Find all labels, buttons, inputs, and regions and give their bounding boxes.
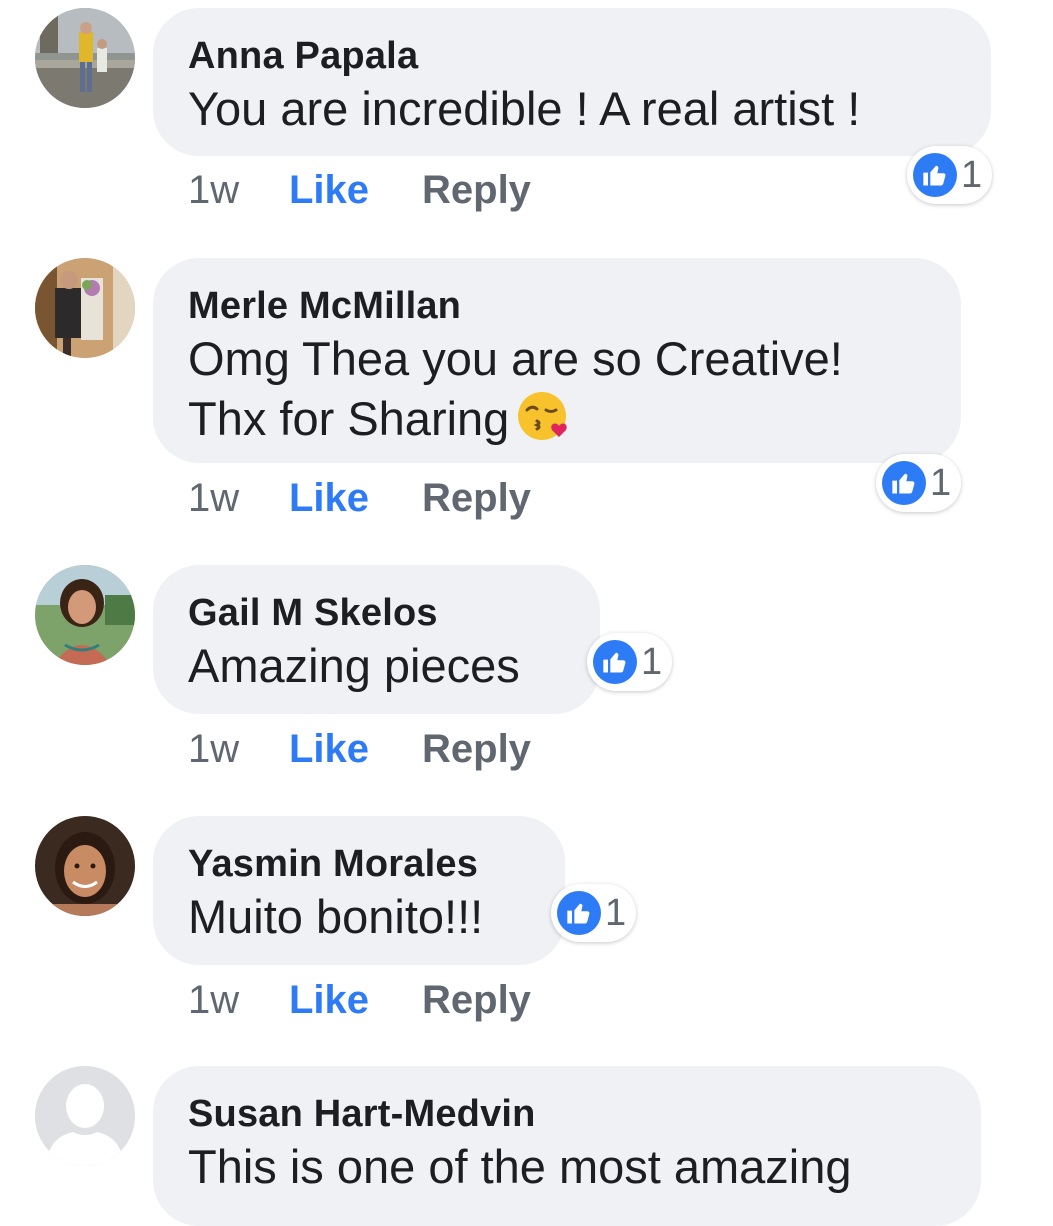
- reaction-count: 1: [641, 641, 663, 683]
- avatar-photo: [35, 816, 135, 916]
- comment-text: Amazing pieces: [188, 639, 520, 692]
- thumbs-up-icon: [557, 891, 601, 935]
- comment-author[interactable]: Susan Hart-Medvin: [188, 1092, 945, 1136]
- reaction-summary[interactable]: 1: [587, 633, 673, 691]
- like-button[interactable]: Like: [289, 475, 422, 521]
- comment-author[interactable]: Yasmin Morales: [188, 842, 529, 886]
- comment-text: Omg Thea you are so Creative! Thx for Sh…: [188, 330, 925, 448]
- comment-actions: 1w Like Reply: [188, 167, 531, 213]
- comment-text: This is one of the most amazing: [188, 1140, 852, 1193]
- comment-actions: 1w Like Reply: [188, 977, 531, 1023]
- comment-actions: 1w Like Reply: [188, 726, 531, 772]
- comment-bubble: Merle McMillan Omg Thea you are so Creat…: [153, 258, 961, 463]
- comment-timestamp[interactable]: 1w: [188, 167, 289, 213]
- comment-timestamp[interactable]: 1w: [188, 726, 289, 772]
- thumbs-up-icon: [593, 640, 637, 684]
- like-button[interactable]: Like: [289, 726, 422, 772]
- reaction-summary[interactable]: 1: [876, 454, 962, 512]
- comment-text: You are incredible ! A real artist !: [188, 82, 861, 135]
- avatar-photo: [35, 258, 135, 358]
- comment-text-line: Omg Thea you are so Creative!: [188, 332, 843, 385]
- comment-timestamp[interactable]: 1w: [188, 977, 289, 1023]
- reaction-summary[interactable]: 1: [551, 884, 637, 942]
- like-button[interactable]: Like: [289, 167, 422, 213]
- comment-author[interactable]: Merle McMillan: [188, 284, 925, 328]
- comment-actions: 1w Like Reply: [188, 475, 531, 521]
- avatar[interactable]: [35, 258, 135, 358]
- thumbs-up-icon: [882, 461, 926, 505]
- comment-bubble: Gail M Skelos Amazing pieces: [153, 565, 600, 714]
- reaction-count: 1: [605, 892, 627, 934]
- comment-bubble: Susan Hart-Medvin This is one of the mos…: [153, 1066, 981, 1226]
- reply-button[interactable]: Reply: [422, 977, 531, 1023]
- reaction-count: 1: [961, 154, 983, 196]
- comment-author[interactable]: Gail M Skelos: [188, 591, 564, 635]
- reply-button[interactable]: Reply: [422, 726, 531, 772]
- comment-text-line: Thx for Sharing: [188, 392, 510, 445]
- reaction-summary[interactable]: 1: [907, 146, 993, 204]
- default-user-silhouette-icon: [35, 1066, 135, 1166]
- reply-button[interactable]: Reply: [422, 167, 531, 213]
- avatar[interactable]: [35, 565, 135, 665]
- like-button[interactable]: Like: [289, 977, 422, 1023]
- avatar-photo: [35, 565, 135, 665]
- comment-author[interactable]: Anna Papala: [188, 34, 955, 78]
- comment-text: Muito bonito!!!: [188, 890, 484, 943]
- avatar[interactable]: [35, 8, 135, 108]
- reaction-count: 1: [930, 462, 952, 504]
- reply-button[interactable]: Reply: [422, 475, 531, 521]
- face-blowing-kiss-emoji: [515, 388, 571, 444]
- comment-text-line-2: Thx for Sharing: [188, 388, 925, 448]
- avatar[interactable]: [35, 816, 135, 916]
- comment-bubble: Anna Papala You are incredible ! A real …: [153, 8, 991, 156]
- comment-timestamp[interactable]: 1w: [188, 475, 289, 521]
- avatar[interactable]: [35, 1066, 135, 1166]
- comment-bubble: Yasmin Morales Muito bonito!!!: [153, 816, 565, 965]
- thumbs-up-icon: [913, 153, 957, 197]
- avatar-photo: [35, 8, 135, 108]
